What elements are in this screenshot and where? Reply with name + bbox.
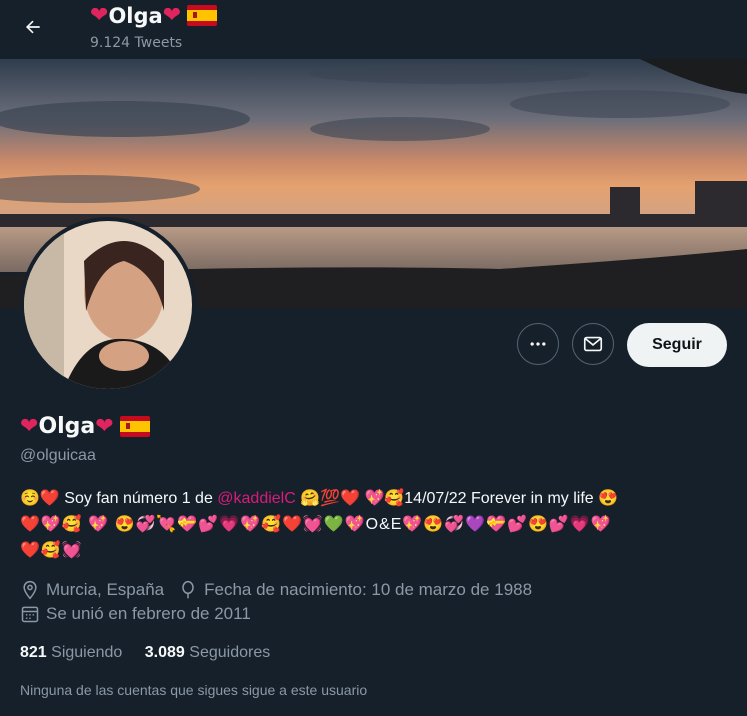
- avatar[interactable]: [20, 217, 196, 393]
- more-button[interactable]: [517, 323, 559, 365]
- location-text: Murcia, España: [46, 580, 165, 599]
- calendar-icon: [20, 604, 40, 624]
- message-button[interactable]: [572, 323, 614, 365]
- mention-link[interactable]: @kaddielC: [217, 490, 296, 507]
- followers-count: 3.089: [144, 644, 185, 661]
- bio-emoji-line-2: ❤️🥰💓: [20, 542, 83, 559]
- header-title: ❤ Olga ❤: [90, 3, 218, 28]
- followers-link[interactable]: 3.089 Seguidores: [145, 644, 270, 661]
- followed-by-note: Ninguna de las cuentas que sigues sigue …: [20, 682, 368, 698]
- bio-emoji-line: ❤️💖🥰 💖 😍💞💘💝💕💗💖🥰❤️💓💚💖O&E💖😍💞💜💝💕😍💕💗💖: [20, 516, 612, 533]
- bio-text: Soy fan número 1 de: [64, 490, 218, 507]
- follow-button[interactable]: Seguir: [627, 323, 727, 367]
- birthday-text: Fecha de nacimiento: 10 de marzo de 1988: [204, 580, 533, 599]
- profile-meta-row: Murcia, España Fecha de nacimiento: 10 d…: [20, 580, 532, 600]
- balloon-icon: [178, 580, 198, 600]
- heart-icon: ❤: [20, 414, 39, 439]
- back-arrow-icon: [25, 20, 40, 34]
- follow-stats: 821 Siguiendo 3.089 Seguidores: [20, 644, 288, 662]
- profile-handle: @olguicaa: [20, 447, 96, 464]
- emoji-smile: ☺️❤️: [20, 490, 65, 507]
- profile-bio: ☺️❤️ Soy fan número 1 de @kaddielC 🤗💯❤️ …: [20, 486, 732, 564]
- spain-flag-icon: [187, 5, 218, 26]
- heart-icon: ❤: [162, 3, 182, 28]
- emoji-group: 🤗💯❤️ 💖🥰: [295, 490, 405, 507]
- location-icon: [20, 580, 40, 600]
- bio-text-2: 14/07/22 Forever in my life: [404, 490, 594, 507]
- tweets-count: 9.124 Tweets: [90, 35, 183, 51]
- profile-name-text: Olga: [38, 414, 96, 439]
- spain-flag-icon: [119, 416, 150, 437]
- avatar-image: [24, 221, 192, 389]
- following-count: 821: [20, 644, 47, 661]
- joined-text: Se unió en febrero de 2011: [46, 604, 251, 623]
- more-icon: [530, 342, 546, 346]
- heart-icon: ❤: [95, 414, 114, 439]
- followers-label: Seguidores: [189, 644, 271, 661]
- following-link[interactable]: 821 Siguiendo: [20, 644, 122, 661]
- profile-name: ❤ Olga ❤: [20, 414, 150, 439]
- header-name: Olga: [108, 3, 163, 28]
- top-bar: ❤ Olga ❤ 9.124 Tweets: [0, 0, 747, 58]
- joined-row: Se unió en febrero de 2011: [20, 604, 251, 624]
- back-button[interactable]: [16, 10, 50, 44]
- mail-icon: [583, 336, 603, 352]
- following-label: Siguiendo: [51, 644, 123, 661]
- emoji-heart-eyes: 😍: [593, 490, 619, 507]
- heart-icon: ❤: [90, 3, 109, 28]
